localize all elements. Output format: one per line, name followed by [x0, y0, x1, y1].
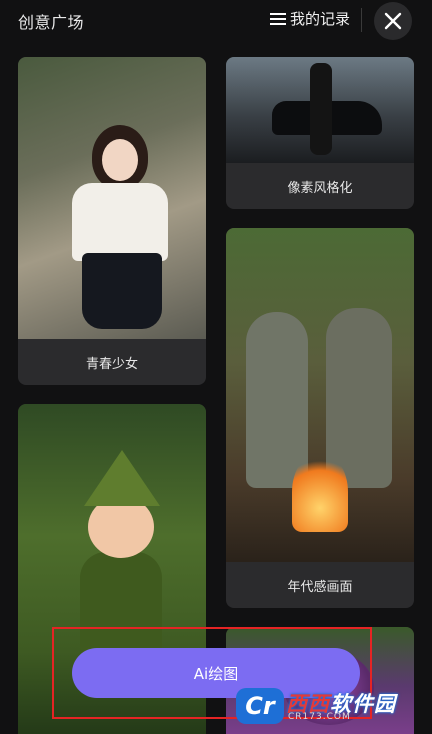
site-watermark: Cr 西西软件园 CR173.COM [232, 686, 410, 726]
card-image [226, 228, 414, 562]
close-icon [384, 12, 402, 30]
my-records-label: 我的记录 [290, 10, 351, 28]
card-image [18, 57, 206, 339]
style-card-pixel-style[interactable]: 像素风格化 [226, 57, 414, 209]
my-records-button[interactable]: 我的记录 [270, 8, 350, 29]
card-label: 年代感画面 [287, 580, 353, 595]
watermark-logo: Cr [236, 688, 284, 724]
card-label: 像素风格化 [287, 181, 353, 196]
card-image [226, 57, 414, 163]
watermark-url: CR173.COM [288, 712, 351, 722]
header-divider [361, 8, 362, 32]
figure-shape [310, 63, 332, 155]
figure-shape [292, 452, 348, 532]
page-title: 创意广场 [18, 13, 85, 32]
style-card-retro-scene[interactable]: 年代感画面 [226, 228, 414, 608]
close-button[interactable] [374, 2, 412, 40]
figure-shape [72, 183, 168, 261]
figure-shape [102, 139, 138, 181]
figure-shape [246, 312, 308, 488]
figure-shape [82, 253, 162, 329]
figure-shape [84, 450, 160, 506]
style-card-youth-girl[interactable]: 青春少女 [18, 57, 206, 385]
top-bar: 创意广场 我的记录 [0, 0, 432, 44]
list-icon [270, 12, 286, 26]
card-label: 青春少女 [85, 357, 138, 372]
